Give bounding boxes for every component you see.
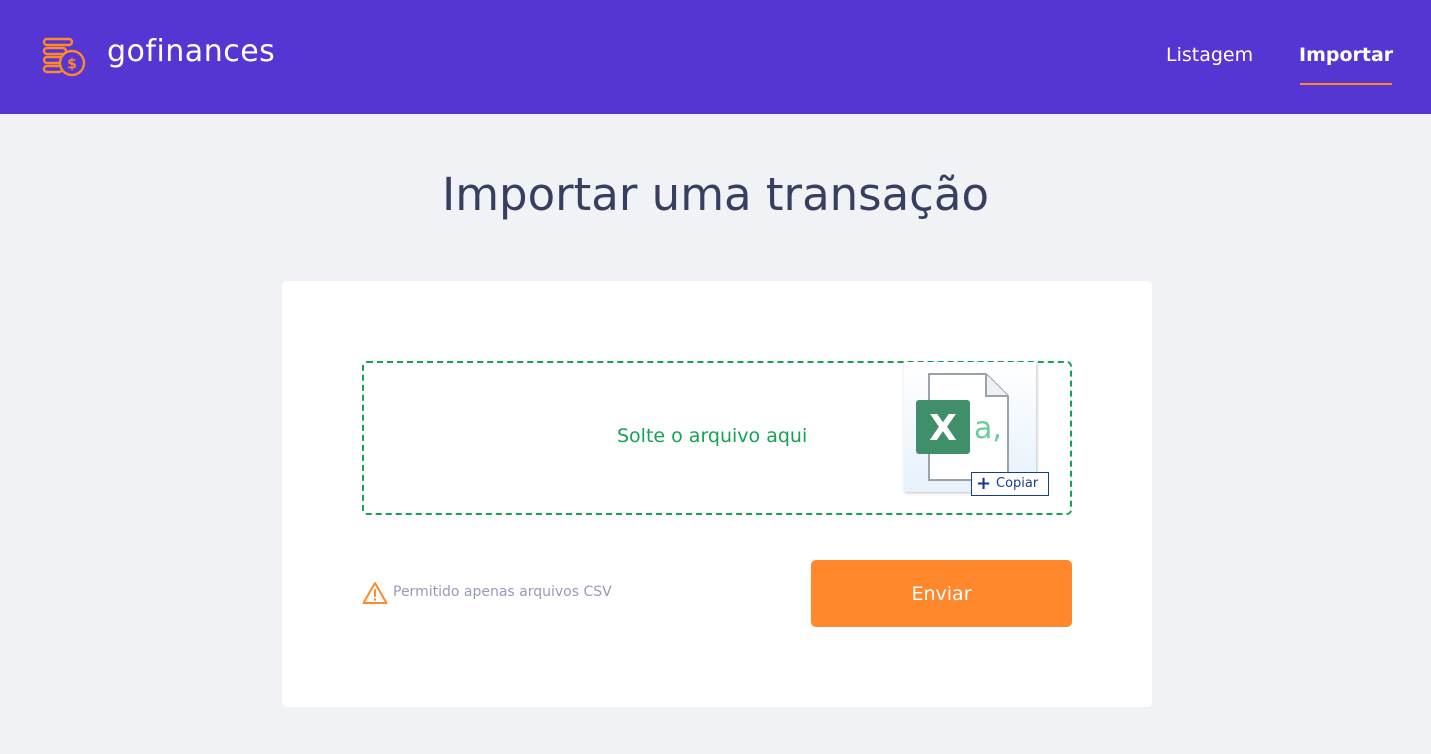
nav-importar[interactable]: Importar xyxy=(1299,44,1393,66)
svg-text:$: $ xyxy=(67,57,77,73)
hint-text: Permitido apenas arquivos CSV xyxy=(393,584,612,600)
brand-name: gofinances xyxy=(107,34,276,69)
send-button[interactable]: Enviar xyxy=(811,560,1072,627)
dropzone-text: Solte o arquivo aqui xyxy=(617,425,808,447)
cell-glyph: a, xyxy=(974,411,1002,446)
money-coins-icon[interactable]: $ xyxy=(40,34,88,78)
app-header: $ gofinances Listagem Importar xyxy=(0,0,1431,114)
excel-letter: X xyxy=(929,408,957,449)
nav-listagem[interactable]: Listagem xyxy=(1166,44,1253,66)
nav-active-indicator xyxy=(1300,83,1392,85)
alert-triangle-icon xyxy=(362,582,388,604)
page-title: Importar uma transação xyxy=(441,168,990,221)
plus-icon: + xyxy=(976,473,992,494)
copy-badge: + Copiar xyxy=(971,472,1049,496)
copy-label: Copiar xyxy=(996,476,1039,491)
